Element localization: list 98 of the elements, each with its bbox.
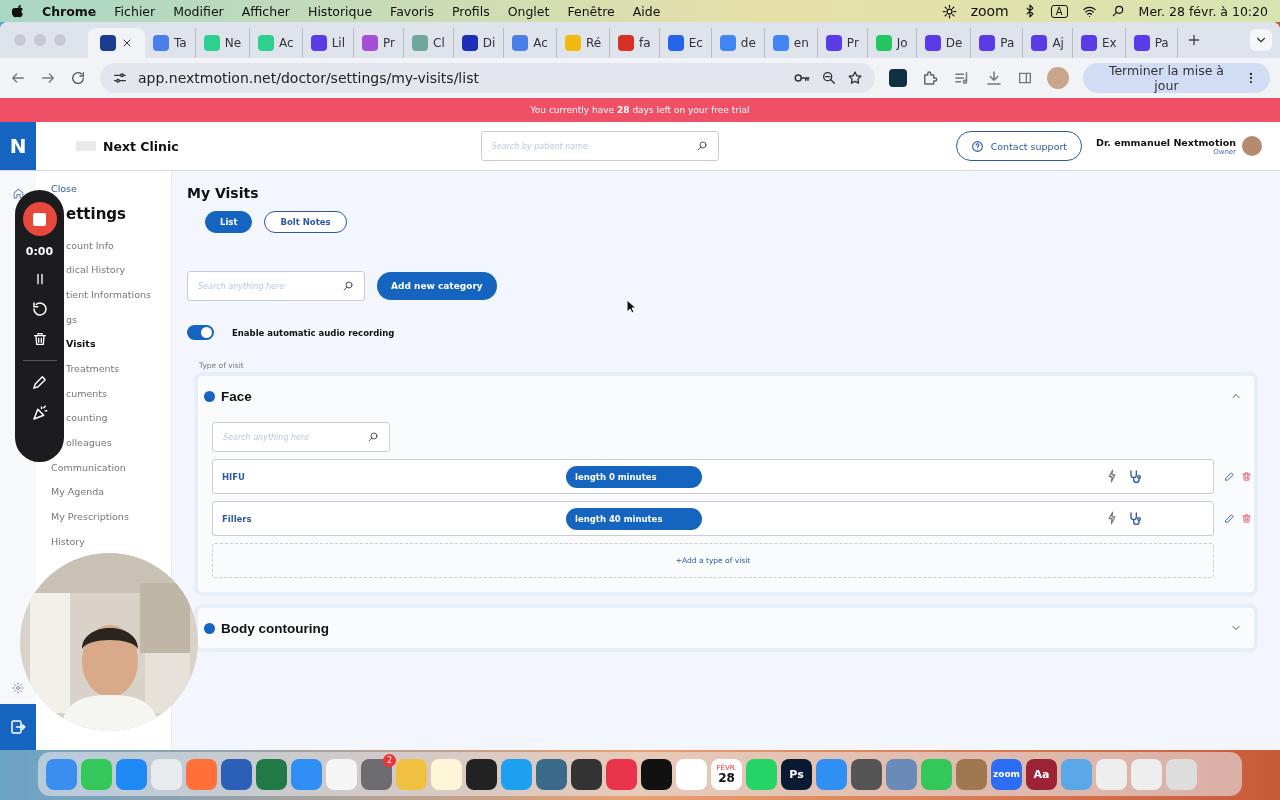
- dock-app-label: Aa: [1033, 767, 1050, 781]
- settings-menu-item[interactable]: Visits: [66, 335, 96, 352]
- stethoscope-icon: [1127, 468, 1143, 485]
- zoom-icon[interactable]: [820, 70, 837, 86]
- menu-item[interactable]: Modifier: [173, 3, 224, 19]
- apple-logo-icon[interactable]: [12, 4, 24, 18]
- settings-menu-item[interactable]: gs: [66, 311, 77, 328]
- menu-item[interactable]: Fenêtre: [567, 3, 615, 19]
- toggle-label: Enable automatic audio recording: [232, 327, 395, 338]
- effects-button[interactable]: [30, 404, 49, 422]
- extension-icon[interactable]: [888, 69, 907, 87]
- delete-button[interactable]: [31, 331, 48, 347]
- visit-row[interactable]: Fillers length 40 minutes: [212, 501, 1214, 536]
- length-badge: length 0 minutes: [566, 465, 702, 488]
- menu-item[interactable]: Historique: [308, 3, 373, 19]
- menu-item[interactable]: Profils: [451, 3, 490, 19]
- settings-menu-item[interactable]: dical History: [66, 261, 126, 278]
- clinic-name: Next Clinic: [103, 138, 179, 154]
- search-icon: [695, 140, 708, 152]
- trash-icon: [31, 331, 48, 347]
- view-tab[interactable]: Bolt Notes: [264, 211, 347, 233]
- menu-item[interactable]: Afficher: [241, 3, 290, 19]
- user-name: Dr. emmanuel Nextmotion: [1096, 136, 1236, 148]
- dock-app-icon[interactable]: [571, 758, 602, 790]
- dock-app-icon[interactable]: zoom: [991, 758, 1022, 790]
- edit-icon[interactable]: [1224, 513, 1235, 524]
- delete-icon[interactable]: [1241, 513, 1252, 524]
- forward-icon[interactable]: [40, 70, 56, 86]
- settings-menu-item[interactable]: Communication: [51, 459, 126, 476]
- stop-button[interactable]: [22, 202, 57, 236]
- draw-button[interactable]: [31, 374, 48, 391]
- settings-menu-item[interactable]: Treatments: [66, 360, 120, 377]
- user-avatar[interactable]: [1242, 136, 1262, 156]
- dock-app-icon[interactable]: [641, 758, 672, 790]
- edit-icon[interactable]: [1224, 471, 1235, 482]
- stethoscope-icon: [1127, 510, 1143, 527]
- settings-menu-item[interactable]: count Info: [66, 237, 114, 253]
- dock-app-label: zoom: [993, 769, 1020, 779]
- settings-menu-item[interactable]: My Prescriptions: [51, 508, 129, 525]
- dock-app-icon[interactable]: Aa: [1026, 758, 1057, 790]
- download-icon[interactable]: [984, 69, 1003, 87]
- logout-button[interactable]: [0, 704, 36, 750]
- menu-clock[interactable]: Mer. 28 févr. à 10:20: [1138, 3, 1268, 19]
- logout-icon: [9, 718, 27, 736]
- menu-item[interactable]: Fichier: [114, 3, 156, 19]
- contact-support-button[interactable]: Contact support: [955, 131, 1083, 161]
- restart-icon: [30, 300, 49, 318]
- visit-row[interactable]: HIFU length 0 minutes: [212, 459, 1214, 494]
- dock-app-icon[interactable]: [466, 758, 497, 790]
- trial-banner: You currently have 28 days left on your free trial: [0, 98, 1280, 122]
- view-tab[interactable]: List: [205, 211, 253, 233]
- restart-button[interactable]: [30, 300, 49, 318]
- menu-item[interactable]: Aide: [632, 3, 661, 19]
- confetti-icon: [30, 404, 49, 422]
- reload-icon[interactable]: [69, 70, 86, 86]
- notification-badge: 2: [383, 753, 396, 767]
- settings-menu-item[interactable]: olleagues: [66, 434, 112, 451]
- menu-item[interactable]: Chrome: [42, 3, 97, 19]
- menu-item[interactable]: Onglet: [507, 3, 550, 19]
- delete-icon[interactable]: [1241, 471, 1252, 482]
- page-title: My Visits: [187, 185, 260, 201]
- side-panel-icon[interactable]: [1016, 70, 1033, 86]
- settings-title: ettings: [66, 205, 127, 223]
- app-logo[interactable]: N: [0, 122, 36, 170]
- address-bar[interactable]: app.nextmotion.net/doctor/settings/my-visits/list: [99, 63, 875, 93]
- dock-app-label: Ps: [789, 767, 804, 781]
- settings-menu-item[interactable]: counting: [66, 409, 108, 426]
- settings-menu-item[interactable]: cuments: [66, 385, 108, 402]
- sun-icon[interactable]: [941, 3, 957, 19]
- settings-menu-item[interactable]: History: [51, 533, 85, 550]
- bookmark-star-icon[interactable]: [846, 70, 863, 86]
- mouse-cursor-icon: [626, 299, 636, 314]
- profile-avatar[interactable]: [1046, 67, 1069, 89]
- settings-menu-item[interactable]: My Agenda: [51, 483, 105, 500]
- search-icon: [367, 431, 379, 443]
- dock-app-icon[interactable]: Ps: [781, 758, 812, 790]
- home-icon[interactable]: [11, 187, 25, 200]
- recording-timer: 0:00: [25, 245, 54, 258]
- close-link[interactable]: Close: [51, 183, 171, 194]
- update-button[interactable]: Terminer la mise à jour: [1082, 63, 1270, 93]
- add-category-button[interactable]: Add new category: [377, 272, 497, 300]
- dock-app-label: 28: [718, 771, 735, 784]
- audio-recording-toggle[interactable]: [187, 325, 214, 340]
- settings-menu-item[interactable]: tient Informations: [66, 286, 151, 303]
- input-source-indicator[interactable]: A: [1050, 4, 1068, 18]
- help-icon: [970, 139, 984, 153]
- settings-icon[interactable]: [12, 682, 24, 694]
- close-icon: [121, 37, 133, 49]
- category-name: Body contouring: [221, 620, 329, 636]
- back-icon[interactable]: [10, 70, 26, 86]
- zoom-status-item[interactable]: zoom: [970, 3, 1009, 19]
- menu-item[interactable]: Favoris: [390, 3, 434, 19]
- pen-icon: [31, 374, 48, 391]
- search-icon[interactable]: [1110, 4, 1125, 18]
- length-badge: length 40 minutes: [566, 507, 702, 530]
- browser-tab[interactable]: [88, 28, 145, 58]
- search-icon: [342, 280, 354, 292]
- category-name: Face: [221, 388, 252, 404]
